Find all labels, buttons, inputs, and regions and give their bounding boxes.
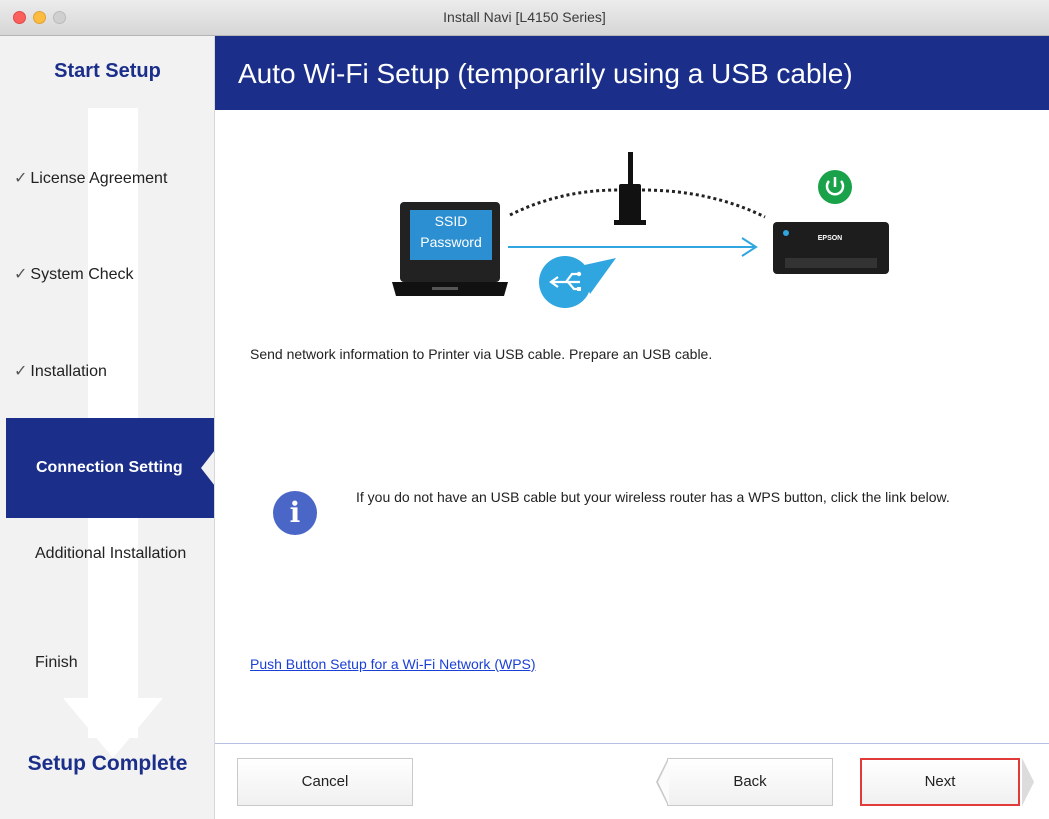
router-icon (614, 152, 646, 225)
back-button-label: Back (733, 773, 767, 790)
active-step-notch (201, 450, 214, 486)
sidebar-step-installation: ✓ Installation (14, 361, 107, 381)
info-icon: i (273, 491, 317, 535)
step-label: System Check (30, 266, 134, 283)
cancel-button[interactable]: Cancel (237, 758, 413, 806)
info-message: If you do not have an USB cable but your… (356, 489, 950, 505)
sidebar-step-license-agreement: ✓ License Agreement (14, 168, 167, 188)
title-bar: Install Navi [L4150 Series] (0, 0, 1049, 36)
checkmark-icon: ✓ (14, 363, 28, 380)
step-label: License Agreement (30, 170, 168, 187)
back-button[interactable]: Back (656, 758, 833, 806)
progress-arrow-head (63, 698, 163, 758)
wireless-signal-left (509, 188, 619, 217)
checkmark-icon: ✓ (14, 266, 28, 283)
step-label: Finish (35, 654, 78, 671)
back-arrow-shape-inner (658, 759, 669, 805)
step-label: Additional Installation (35, 545, 187, 562)
power-icon (818, 170, 852, 204)
description-text: Send network information to Printer via … (250, 346, 713, 362)
checkmark-icon: ✓ (14, 170, 28, 187)
printer-icon: EPSON (773, 222, 889, 274)
wps-setup-link[interactable]: Push Button Setup for a Wi-Fi Network (W… (250, 656, 536, 672)
steps-sidebar: Start Setup ✓ License Agreement ✓ System C… (0, 36, 215, 819)
sidebar-step-additional-installation: Additional Installation (35, 545, 186, 563)
window-title: Install Navi [L4150 Series] (443, 9, 606, 25)
step-label: Installation (30, 363, 107, 380)
usb-setup-illustration: SSID Password EPSON (392, 152, 889, 308)
sidebar-start-title: Start Setup (54, 60, 161, 82)
laptop-password-label: Password (420, 234, 481, 250)
wireless-signal-right (641, 188, 766, 219)
footer-divider (215, 743, 1049, 744)
page-title: Auto Wi-Fi Setup (temporarily using a US… (238, 58, 853, 89)
sidebar-step-connection-setting: Connection Setting (6, 418, 214, 518)
laptop-ssid-label: SSID (435, 213, 468, 229)
usb-icon (539, 256, 616, 308)
sidebar-step-system-check: ✓ System Check (14, 264, 134, 284)
next-arrow-shape (1022, 758, 1034, 806)
installer-window: Install Navi [L4150 Series] Start Setup … (0, 0, 1049, 819)
page-header: Auto Wi-Fi Setup (temporarily using a US… (215, 36, 1049, 110)
next-button[interactable]: Next (860, 758, 1020, 806)
step-label: Connection Setting (36, 459, 183, 476)
sidebar-complete-title: Setup Complete (27, 752, 188, 775)
laptop-icon: SSID Password (392, 202, 508, 296)
printer-brand-label: EPSON (818, 235, 843, 242)
sidebar-step-finish: Finish (35, 654, 78, 672)
